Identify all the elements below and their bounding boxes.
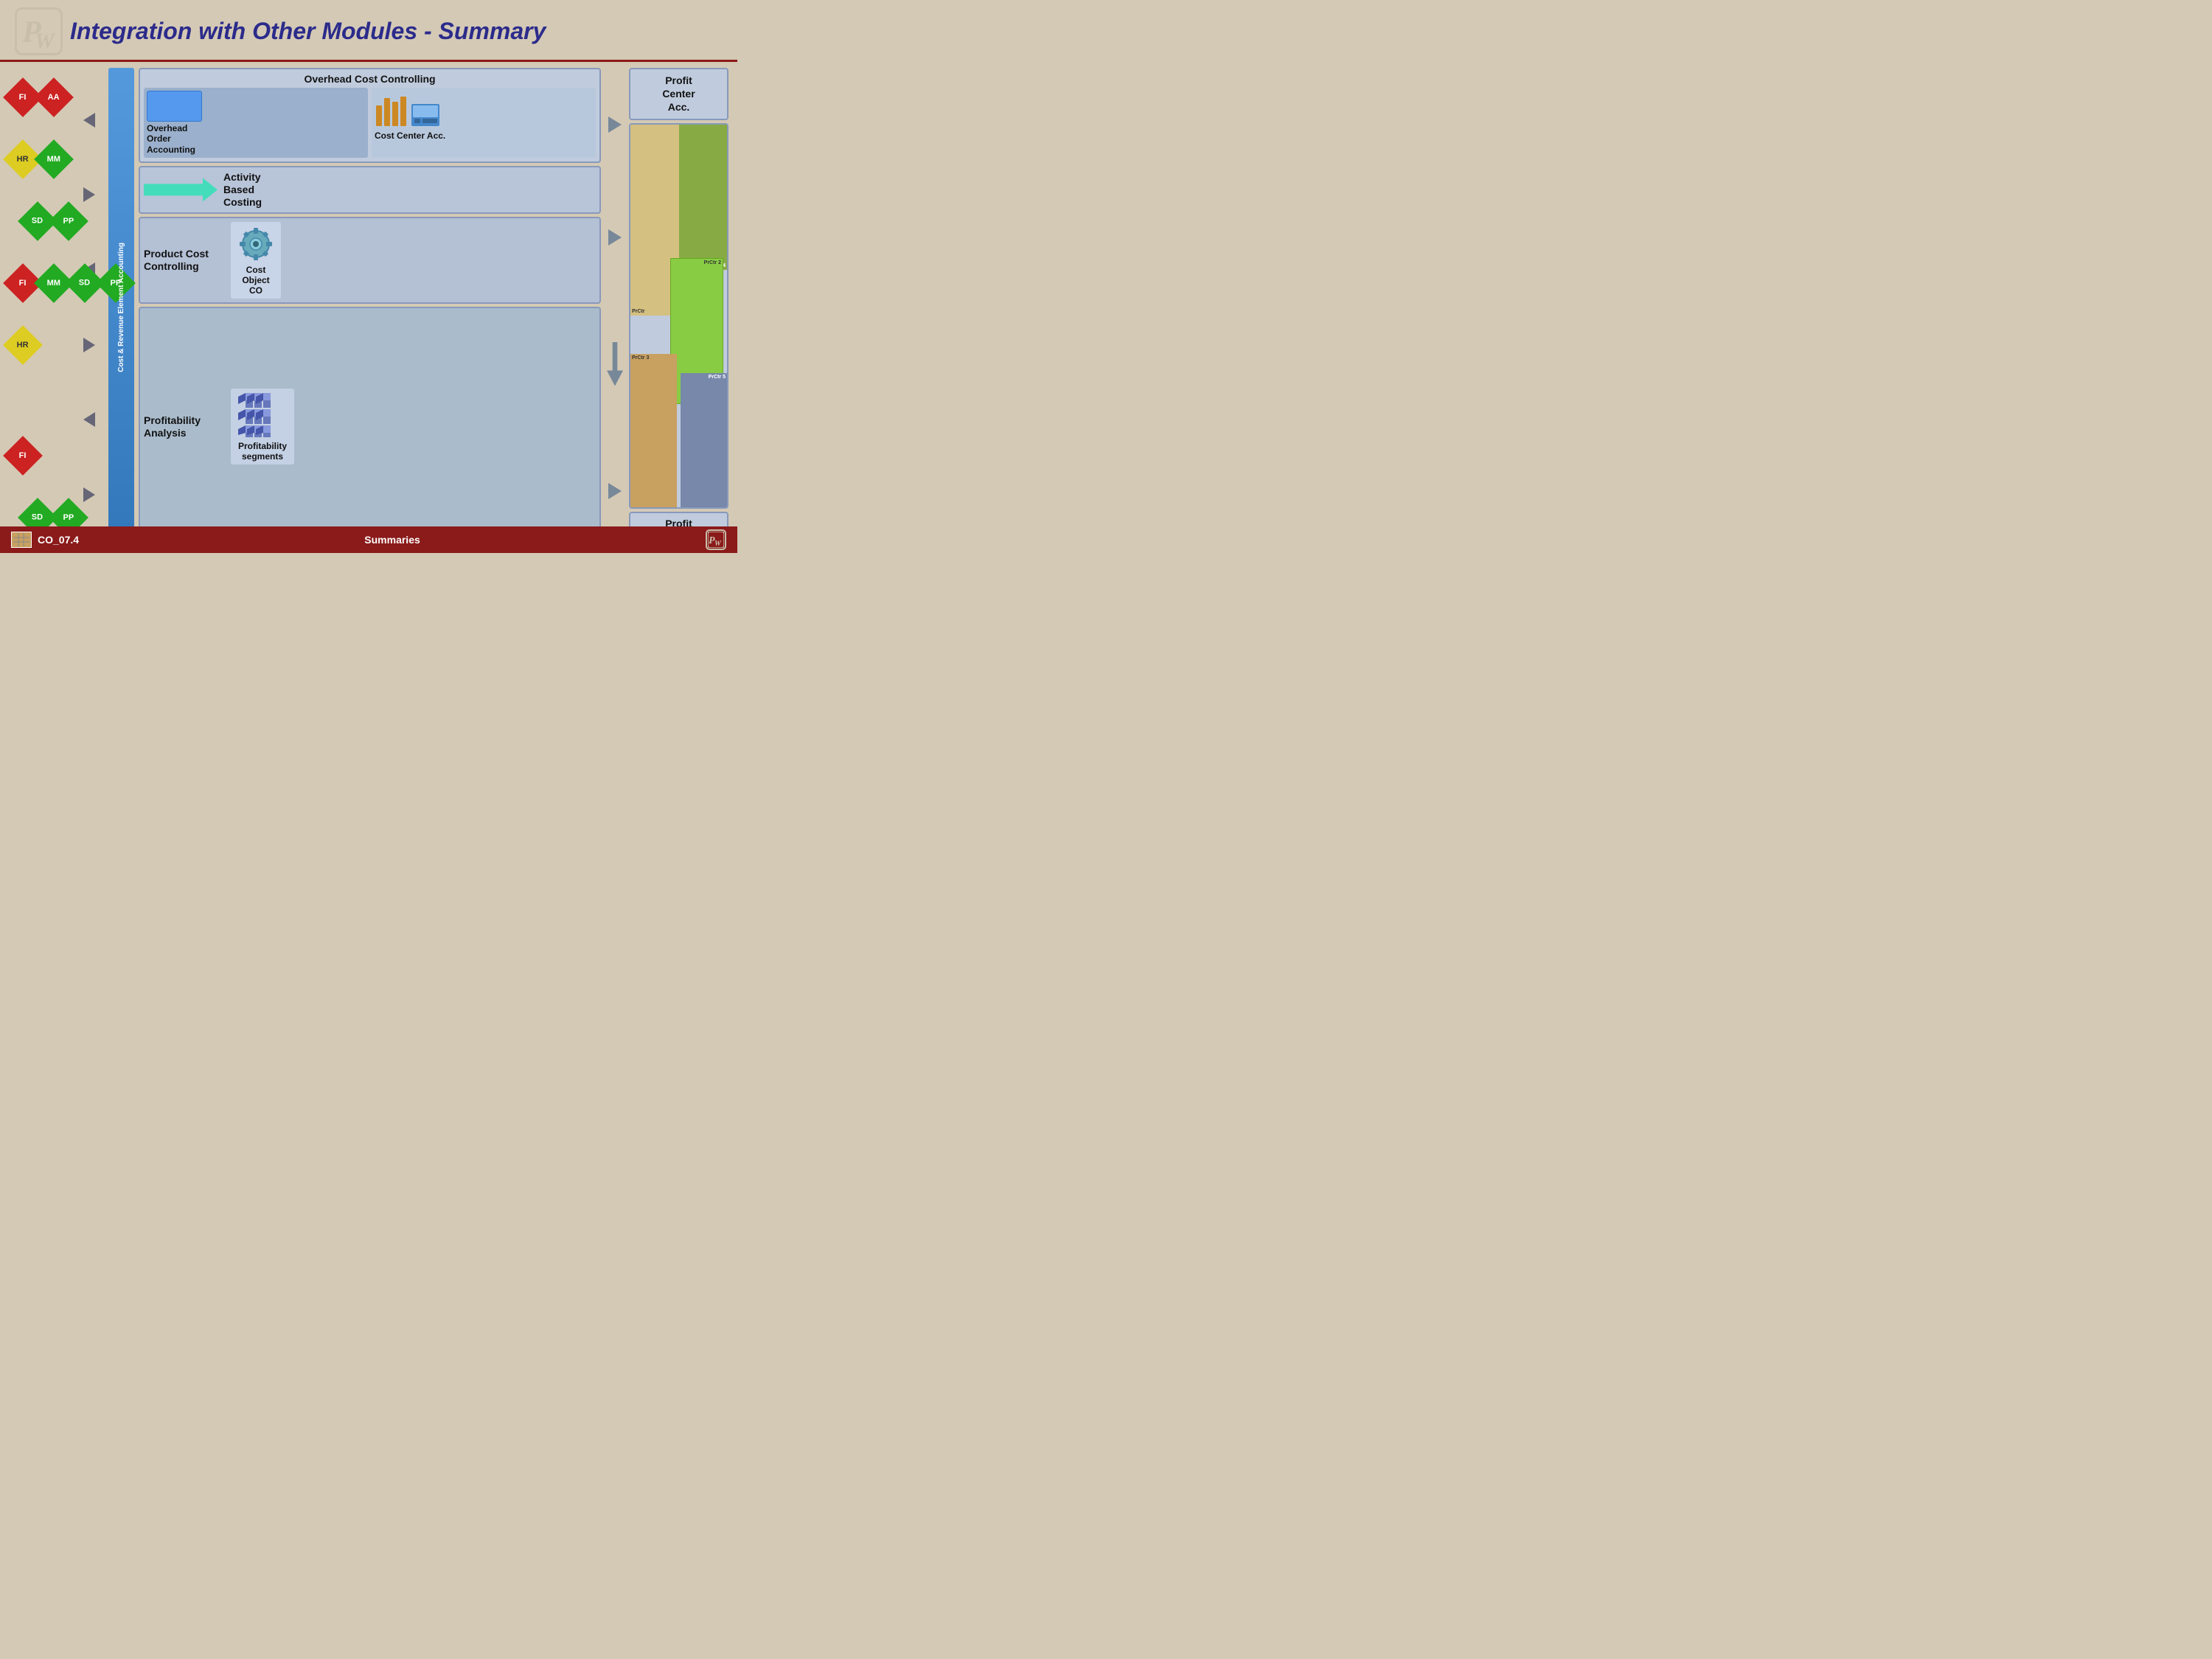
badge-group-4: FI MM SD PP	[9, 269, 79, 297]
pa-box: ProfitabilityAnalysis	[139, 307, 601, 547]
prctr-label-5: PrCtr 5	[709, 375, 726, 380]
cost-revenue-bar: Cost & Revenue Element Accounting	[108, 68, 134, 547]
footer-table-icon	[13, 533, 29, 546]
svg-text:W: W	[714, 540, 722, 548]
arrow-to-pc-2	[608, 229, 622, 246]
cost-revenue-label: Cost & Revenue Element Accounting	[117, 243, 125, 372]
footer-logo: P W	[706, 529, 726, 550]
arrow-left-1	[83, 113, 95, 128]
badge-column: FI AA HR MM SD PP	[9, 68, 79, 547]
arrow-left-3	[83, 412, 95, 427]
pcc-label: Product CostControlling	[144, 248, 225, 273]
cca-box: Cost Center Acc.	[372, 88, 596, 158]
ooa-box: OverheadOrderAccounting	[144, 88, 368, 158]
badge-pp-1: PP	[49, 201, 88, 241]
prctr-label-1: PrCtr	[632, 309, 645, 314]
svg-text:W: W	[35, 29, 56, 52]
pcc-box: Product CostControlling	[139, 217, 601, 304]
prctr-region-5: PrCtr 5	[681, 373, 727, 507]
gear-icon	[237, 225, 275, 263]
logo-svg: P W	[18, 11, 59, 52]
footer-code: CO_07.4	[38, 534, 79, 546]
pa-label: ProfitabilityAnalysis	[144, 414, 225, 439]
badge-fi-3: FI	[3, 436, 43, 476]
badge-mm-1: MM	[34, 139, 74, 179]
logo-box: P W	[15, 7, 63, 55]
pc-acc-label: ProfitCenterAcc.	[635, 74, 723, 114]
prctr-region-3: PrCtr 3	[630, 354, 677, 507]
teal-arrow	[144, 178, 218, 201]
pc-acc-box: ProfitCenterAcc.	[629, 68, 728, 120]
arrow-to-pc-3	[608, 483, 622, 499]
cca-label: Cost Center Acc.	[375, 131, 445, 141]
arrow-right-3	[83, 487, 95, 502]
prctr-label-3: PrCtr 3	[632, 355, 649, 361]
pc-map-box: PrCtr PrCtr 4 PrCtr 2 PrCtr 3	[629, 123, 728, 509]
right-arrows-col	[604, 68, 626, 547]
footer-left: CO_07.4	[11, 532, 79, 548]
badge-group-1: FI AA	[9, 83, 79, 111]
main-diagram-inner: Overhead Cost Controlling OverheadOrderA…	[139, 68, 728, 547]
factory-icon	[375, 91, 441, 129]
prctr-region-4: PrCtr 4	[679, 125, 728, 270]
badge-group-6: FI	[9, 442, 79, 470]
big-down-arrow	[607, 342, 623, 386]
prctr-label-2: PrCtr 2	[704, 260, 721, 265]
cost-object-box: CostObjectCO	[231, 222, 281, 299]
footer-icon	[11, 532, 32, 548]
badge-group-5: HR	[9, 331, 79, 359]
ooa-blue-rect	[147, 91, 202, 122]
badge-hr-2: HR	[3, 325, 43, 365]
prof-seg-label: Profitabilitysegments	[238, 441, 287, 462]
footer-logo-svg: P W	[708, 532, 724, 548]
page-title: Integration with Other Modules - Summary	[70, 18, 546, 45]
content-area: FI AA HR MM SD PP	[0, 62, 737, 553]
abc-box: ActivityBasedCosting	[139, 166, 601, 213]
badge-group-3: SD PP	[9, 207, 79, 235]
arrow-right-1	[83, 187, 95, 202]
prof-seg-box: Profitabilitysegments	[231, 389, 294, 465]
spacer-1	[9, 393, 79, 408]
footer: CO_07.4 Summaries P W	[0, 526, 737, 553]
pc-map-inner: PrCtr PrCtr 4 PrCtr 2 PrCtr 3	[630, 125, 727, 507]
footer-summaries-label: Summaries	[364, 534, 420, 546]
profit-center-column: ProfitCenterAcc. PrCtr PrCtr 4	[629, 68, 728, 547]
occ-title: Overhead Cost Controlling	[144, 73, 596, 85]
abc-label: ActivityBasedCosting	[223, 171, 262, 208]
main-diagram: Overhead Cost Controlling OverheadOrderA…	[139, 68, 728, 547]
header: P W Integration with Other Modules - Sum…	[0, 0, 737, 62]
cube-icon	[237, 392, 288, 439]
middle-arrows	[83, 68, 104, 547]
badge-group-2: HR MM	[9, 145, 79, 173]
cost-object-label: CostObjectCO	[242, 265, 269, 296]
ooa-label: OverheadOrderAccounting	[147, 123, 195, 155]
occ-content: OverheadOrderAccounting	[144, 88, 596, 158]
arrow-right-2	[83, 338, 95, 352]
big-down-arrow-container	[607, 342, 623, 386]
badge-aa: AA	[34, 77, 74, 117]
sections-column: Overhead Cost Controlling OverheadOrderA…	[139, 68, 601, 547]
occ-box: Overhead Cost Controlling OverheadOrderA…	[139, 68, 601, 163]
page-layout: P W Integration with Other Modules - Sum…	[0, 0, 737, 553]
arrow-to-pc-1	[608, 116, 622, 133]
